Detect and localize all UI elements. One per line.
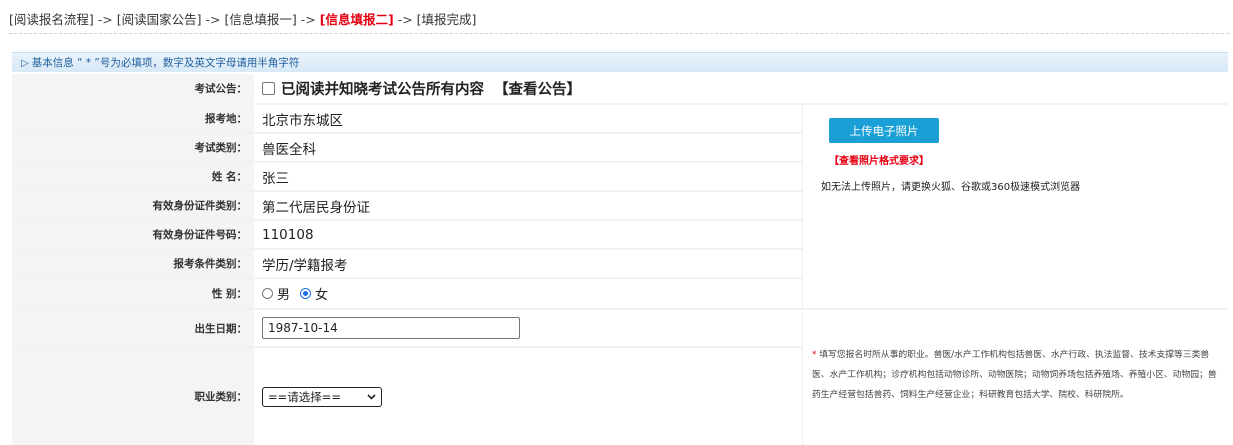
condition-value: 学历/学籍报考 — [256, 250, 802, 277]
row-notice: 考试公告： 已阅读并知晓考试公告所有内容 【查看公告】 — [12, 74, 1228, 105]
notice-value: 已阅读并知晓考试公告所有内容 【查看公告】 — [256, 74, 1228, 103]
job-note: * 填写您报名时所从事的职业。兽医/水产工作机构包括兽医、水产行政、执法监督、技… — [812, 345, 1224, 405]
idtype-value: 第二代居民身份证 — [256, 192, 802, 219]
name-value: 张三 — [256, 163, 802, 190]
section-title: 基本信息 “ * ”号为必填项，数字及英文字母请用半角字符 — [31, 57, 300, 69]
job-label: 职业类别： — [12, 348, 254, 445]
gender-label: 性 别： — [12, 279, 254, 308]
gender-male-radio[interactable] — [262, 288, 273, 299]
job-note-panel: * 填写您报名时所从事的职业。兽医/水产工作机构包括兽医、水产行政、执法监督、技… — [802, 313, 1229, 445]
notice-label: 考试公告： — [12, 74, 254, 103]
notice-checkbox[interactable] — [262, 82, 275, 95]
required-star: * — [812, 350, 817, 360]
gender-value: 男 女 — [256, 279, 802, 308]
idnum-value: 110108 — [256, 221, 802, 248]
gender-male-label[interactable]: 男 — [277, 284, 290, 303]
crumb-complete: [填报完成] — [416, 12, 477, 27]
gender-female-radio[interactable] — [300, 288, 312, 299]
chevron-down-icon — [367, 393, 376, 400]
birth-value: 1987-10-14 — [256, 310, 802, 346]
upload-photo-button[interactable]: 上传电子照片 — [829, 118, 939, 143]
idnum-label: 有效身份证件号码： — [12, 221, 254, 248]
breadcrumb: [阅读报名流程] -> [阅读国家公告] -> [信息填报一] -> [信息填报二] -> [填… — [9, 9, 1229, 34]
crumb-read-process[interactable]: [阅读报名流程] — [9, 12, 94, 27]
job-select-value: ==请选择== — [268, 389, 342, 404]
photo-panel: 上传电子照片 【查看照片格式要求】 如无法上传照片，请更换火狐、谷歌或360极速… — [802, 105, 1229, 308]
gender-female-label[interactable]: 女 — [315, 284, 328, 303]
triangle-right-icon: ▷ — [21, 58, 29, 69]
job-value: ==请选择== — [256, 348, 802, 445]
condition-label: 报考条件类别： — [12, 250, 254, 277]
category-value: 兽医全科 — [256, 134, 802, 161]
birth-date-input[interactable]: 1987-10-14 — [262, 317, 520, 339]
category-label: 考试类别： — [12, 134, 254, 161]
photo-format-link[interactable]: 【查看照片格式要求】 — [829, 152, 929, 167]
job-category-select[interactable]: ==请选择== — [262, 386, 382, 407]
crumb-arrow: -> — [97, 12, 113, 27]
location-label: 报考地： — [12, 105, 254, 132]
crumb-read-notice[interactable]: [阅读国家公告] — [117, 12, 202, 27]
crumb-arrow: -> — [300, 12, 316, 27]
birth-label: 出生日期： — [12, 310, 254, 346]
section-header: ▷ 基本信息 “ * ”号为必填项，数字及英文字母请用半角字符 — [12, 52, 1228, 72]
registration-form: 考试公告： 已阅读并知晓考试公告所有内容 【查看公告】 报考地： 北京市东城区 … — [12, 74, 1229, 445]
notice-checkbox-text[interactable]: 已阅读并知晓考试公告所有内容 — [281, 78, 484, 99]
crumb-arrow: -> — [205, 12, 221, 27]
view-notice-link[interactable]: 【查看公告】 — [494, 78, 581, 99]
crumb-arrow: -> — [397, 12, 413, 27]
crumb-info-step-one[interactable]: [信息填报一] — [225, 12, 297, 27]
job-note-text: 填写您报名时所从事的职业。兽医/水产工作机构包括兽医、水产行政、执法监督、技术支… — [812, 350, 1217, 400]
location-value: 北京市东城区 — [256, 105, 802, 132]
photo-upload-note: 如无法上传照片，请更换火狐、谷歌或360极速模式浏览器 — [821, 182, 1081, 193]
crumb-info-step-two: [信息填报二] — [319, 12, 394, 27]
name-label: 姓 名： — [12, 163, 254, 190]
idtype-label: 有效身份证件类别： — [12, 192, 254, 219]
